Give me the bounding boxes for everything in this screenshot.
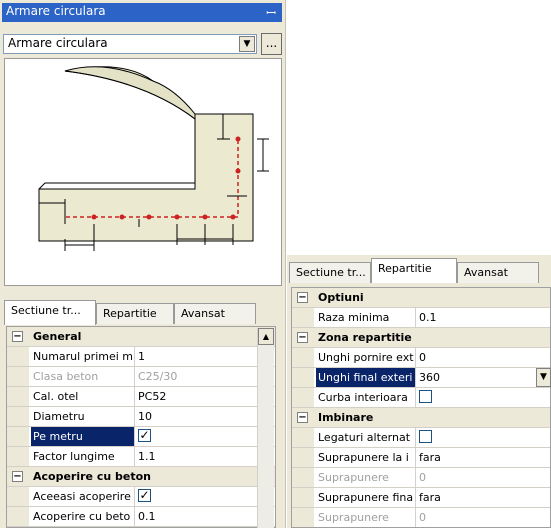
- scroll-up-icon[interactable]: ▲: [258, 328, 274, 345]
- grid-row[interactable]: Cal. otel PC52: [7, 387, 275, 407]
- property-value[interactable]: 10: [135, 407, 155, 426]
- category-zona[interactable]: − Zona repartitie: [292, 328, 550, 348]
- more-button[interactable]: ...: [261, 33, 282, 55]
- property-value[interactable]: fara: [416, 448, 444, 467]
- property-value[interactable]: PC52: [135, 387, 169, 406]
- panel-titlebar: Armare circulara ꟷ: [2, 3, 282, 22]
- property-name: Suprapunere: [316, 508, 416, 527]
- property-name: Unghi pornire ext: [316, 348, 416, 367]
- checkbox-curba-interioara[interactable]: [419, 390, 432, 403]
- left-property-grid: − General Numarul primei m 1 Clasa beton…: [6, 326, 276, 528]
- grid-row[interactable]: Diametru 10: [7, 407, 275, 427]
- property-name: Unghi final exteri: [316, 368, 416, 387]
- grid-row[interactable]: Clasa beton C25/30: [7, 367, 275, 387]
- tab-avansat[interactable]: Avansat: [457, 262, 539, 283]
- property-name: Cal. otel: [31, 387, 135, 406]
- collapse-icon[interactable]: −: [297, 292, 308, 303]
- property-value[interactable]: 0: [416, 348, 429, 367]
- checkbox-aceeasi-acoperire[interactable]: ✓: [138, 489, 151, 502]
- grid-row[interactable]: Factor lungime 1.1: [7, 447, 275, 467]
- property-value[interactable]: 1.1: [135, 447, 159, 466]
- property-value[interactable]: 360: [416, 368, 443, 387]
- grid-row[interactable]: Suprapunere la i fara: [292, 448, 550, 468]
- property-value[interactable]: 0.1: [135, 507, 159, 526]
- collapse-icon[interactable]: −: [297, 412, 308, 423]
- property-value[interactable]: [416, 428, 435, 447]
- tab-sectiune[interactable]: Sectiune tr...: [289, 262, 371, 283]
- category-acoperire[interactable]: − Acoperire cu beton: [7, 467, 275, 487]
- right-tabbar: Sectiune tr... Repartitie Avansat: [289, 258, 551, 283]
- property-name: Factor lungime: [31, 447, 135, 466]
- category-imbinare[interactable]: − Imbinare: [292, 408, 550, 428]
- property-name: Suprapunere fina: [316, 488, 416, 507]
- property-name: Curba interioara: [316, 388, 416, 407]
- combo-value: Armare circulara: [8, 36, 108, 50]
- checkbox-legaturi-alternate[interactable]: [419, 430, 432, 443]
- property-value[interactable]: 0.1: [416, 308, 440, 327]
- grid-row[interactable]: Unghi final exteri 360: [292, 368, 550, 388]
- property-value[interactable]: 0: [416, 468, 429, 487]
- property-name: Numarul primei m: [31, 347, 135, 366]
- panel-title: Armare circulara: [6, 4, 106, 18]
- collapse-icon[interactable]: −: [12, 471, 23, 482]
- chevron-down-icon[interactable]: ▼: [536, 368, 551, 387]
- grid-row[interactable]: Raza minima 0.1: [292, 308, 550, 328]
- left-panel: Armare circulara ꟷ Armare circulara ▼ ..…: [0, 0, 286, 528]
- section-preview: [4, 58, 282, 286]
- property-value[interactable]: [416, 388, 435, 407]
- property-value[interactable]: C25/30: [135, 367, 180, 386]
- section-drawing: [38, 66, 269, 251]
- property-name: Legaturi alternat: [316, 428, 416, 447]
- type-combo[interactable]: Armare circulara ▼: [3, 34, 257, 54]
- grid-row[interactable]: Curba interioara: [292, 388, 550, 408]
- property-name: Diametru: [31, 407, 135, 426]
- property-value[interactable]: 0: [416, 508, 429, 527]
- right-property-grid: − Optiuni Raza minima 0.1 − Zona reparti…: [291, 287, 551, 528]
- collapse-icon[interactable]: −: [12, 331, 23, 342]
- property-name: Suprapunere la i: [316, 448, 416, 467]
- grid-row[interactable]: Numarul primei m 1: [7, 347, 275, 367]
- grid-row[interactable]: Unghi pornire ext 0: [292, 348, 550, 368]
- property-value[interactable]: fara: [416, 488, 444, 507]
- property-name: Clasa beton: [31, 367, 135, 386]
- grid-row[interactable]: Suprapunere 0: [292, 508, 550, 527]
- property-value[interactable]: ✓: [135, 487, 154, 506]
- pin-icon[interactable]: ꟷ: [266, 4, 276, 21]
- property-name: Aceeasi acoperire: [31, 487, 135, 506]
- property-name: Acoperire cu beto: [31, 507, 135, 526]
- grid-row[interactable]: Suprapunere 0: [292, 468, 550, 488]
- category-optiuni[interactable]: − Optiuni: [292, 288, 550, 308]
- property-value[interactable]: 1: [135, 347, 148, 366]
- collapse-icon[interactable]: −: [297, 332, 308, 343]
- checkbox-pe-metru[interactable]: ✓: [138, 429, 151, 442]
- right-panel: Sectiune tr... Repartitie Avansat − Opti…: [287, 255, 551, 528]
- tab-repartitie[interactable]: Repartitie: [96, 303, 174, 324]
- left-scrollbar[interactable]: ▲: [257, 328, 274, 528]
- left-tabbar: Sectiune tr... Repartitie Avansat: [4, 300, 264, 325]
- property-name: Raza minima: [316, 308, 416, 327]
- property-value[interactable]: ✓: [135, 427, 154, 446]
- grid-row[interactable]: Acoperire cu beto 0.1: [7, 507, 275, 527]
- tab-avansat[interactable]: Avansat: [174, 303, 256, 324]
- property-name: Suprapunere: [316, 468, 416, 487]
- category-general[interactable]: − General: [7, 327, 275, 347]
- tab-sectiune[interactable]: Sectiune tr...: [4, 300, 96, 325]
- property-name: Pe metru: [31, 427, 135, 446]
- grid-row[interactable]: Pe metru ✓: [7, 427, 275, 447]
- chevron-down-icon[interactable]: ▼: [239, 36, 255, 52]
- tab-repartitie[interactable]: Repartitie: [371, 258, 457, 283]
- grid-row[interactable]: Suprapunere fina fara: [292, 488, 550, 508]
- grid-row[interactable]: Legaturi alternat: [292, 428, 550, 448]
- grid-row[interactable]: Aceeasi acoperire ✓: [7, 487, 275, 507]
